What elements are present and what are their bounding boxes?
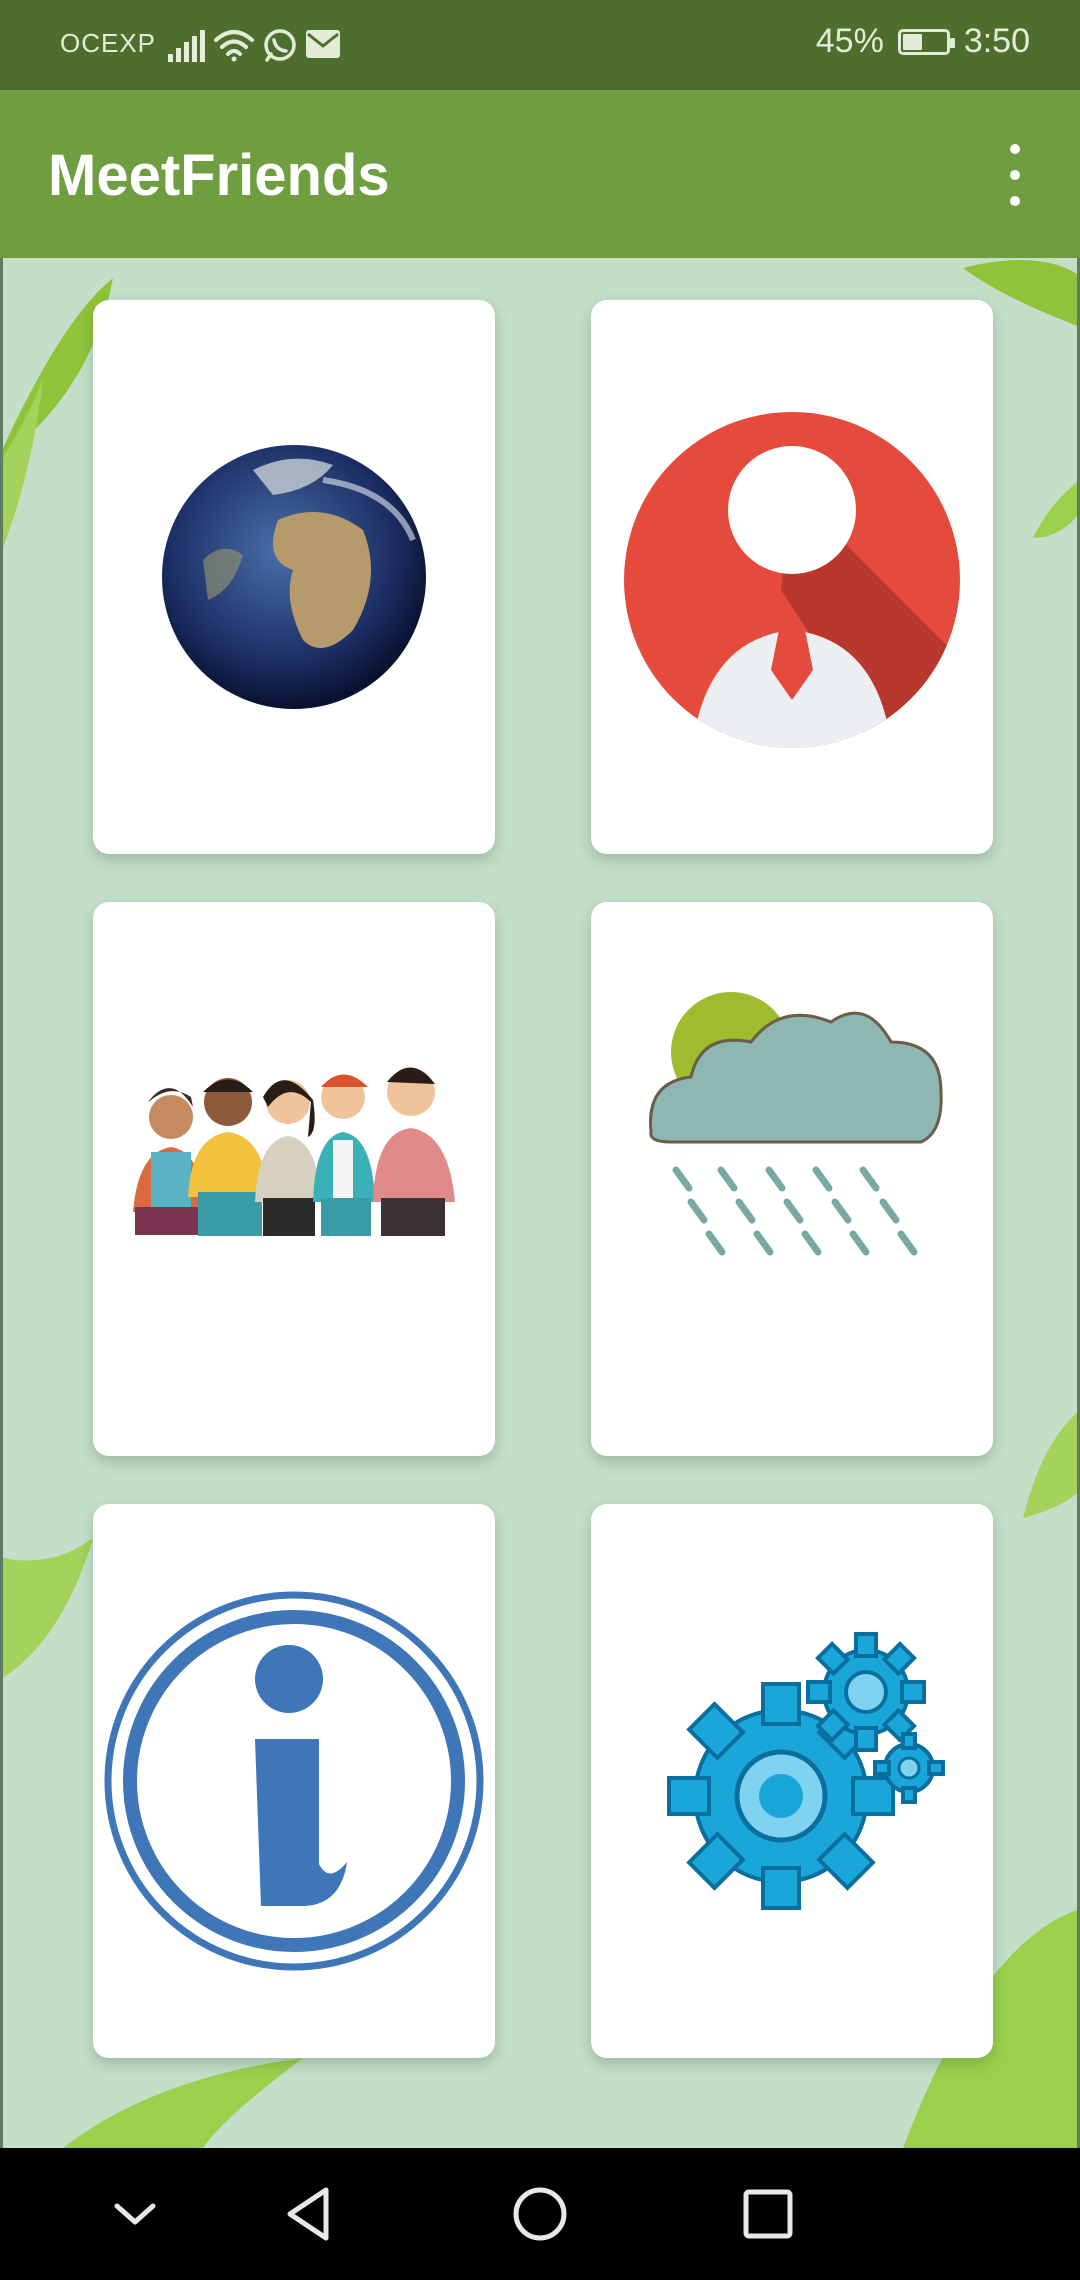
wifi-icon	[214, 30, 254, 62]
info-icon	[104, 1591, 484, 1971]
settings-gears-icon	[667, 1632, 945, 1910]
app-title: MeetFriends	[48, 143, 390, 208]
main-content	[0, 258, 1080, 2148]
profile-icon	[624, 412, 960, 748]
collapse-icon[interactable]	[95, 2174, 175, 2254]
friends-group-icon	[133, 1067, 455, 1236]
app-bar: MeetFriends	[0, 90, 1080, 258]
card-world[interactable]	[93, 300, 495, 854]
home-icon[interactable]	[500, 2174, 580, 2254]
navigation-bar	[0, 2148, 1080, 2280]
battery-icon	[897, 28, 955, 55]
clock: 3:50	[963, 22, 1030, 60]
status-bar: OCEXP 45% 3:50	[0, 0, 1080, 90]
back-icon[interactable]	[270, 2174, 350, 2254]
status-icons	[168, 29, 340, 62]
recents-icon[interactable]	[728, 2174, 808, 2254]
overflow-menu-icon[interactable]	[990, 140, 1040, 210]
carrier-label: OCEXP	[60, 28, 157, 58]
card-friends[interactable]	[93, 902, 495, 1456]
signal-icon	[168, 30, 205, 62]
status-right: 45% 3:50	[816, 22, 1030, 61]
card-settings[interactable]	[591, 1504, 993, 2058]
card-profile[interactable]	[591, 300, 993, 854]
globe-icon	[162, 445, 426, 709]
weather-icon	[649, 992, 943, 1256]
battery-percent: 45%	[815, 22, 884, 60]
mail-icon	[306, 30, 340, 58]
card-weather[interactable]	[591, 902, 993, 1456]
card-info[interactable]	[93, 1504, 495, 2058]
whatsapp-icon	[264, 29, 296, 62]
